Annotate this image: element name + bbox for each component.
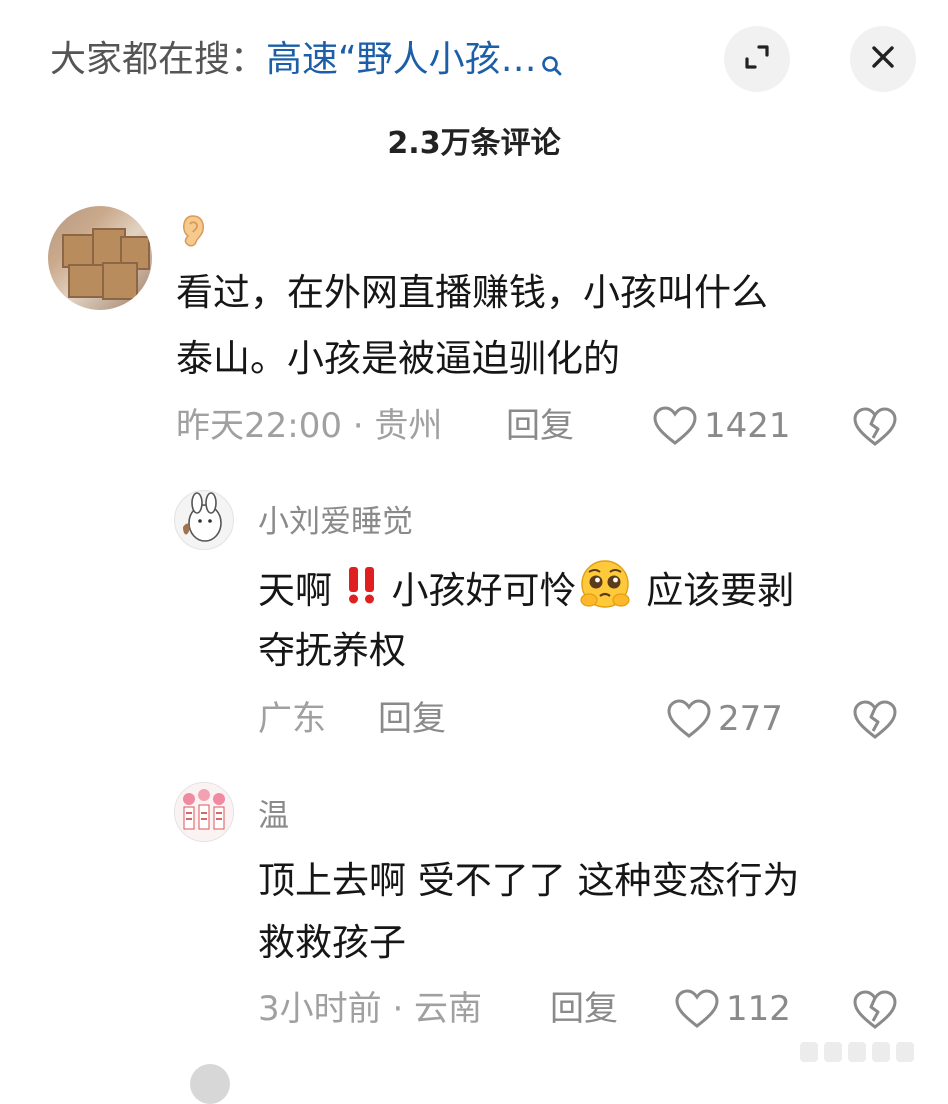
avatar[interactable]: [174, 490, 234, 550]
like-button[interactable]: 112: [674, 981, 791, 1037]
username[interactable]: 温: [258, 794, 289, 838]
close-icon: [869, 43, 897, 75]
trending-search-prefix: 大家都在搜：: [50, 39, 267, 80]
dislike-button[interactable]: [852, 700, 898, 757]
trending-search-hint[interactable]: 大家都在搜：高速“野人小孩…: [50, 34, 563, 92]
like-button[interactable]: 1421: [652, 398, 791, 454]
comment-text-line: 夺抚养权: [258, 629, 406, 672]
ear-emoji: [180, 214, 206, 252]
comment-time-location: 广东: [258, 699, 326, 739]
double-exclamation-emoji: [344, 564, 380, 622]
broken-heart-icon: [853, 700, 897, 739]
expand-button[interactable]: [724, 26, 790, 92]
expand-icon: [742, 42, 772, 76]
avatar[interactable]: [174, 782, 234, 842]
reply-button[interactable]: 回复: [506, 398, 574, 454]
comment-text-line: 救救孩子: [258, 921, 406, 964]
header: 大家都在搜：高速“野人小孩…: [0, 0, 948, 120]
comment-time-location: 3小时前 · 云南: [258, 989, 483, 1029]
comment-text-line: 天啊 小孩好可怜 应该要剥: [258, 558, 794, 627]
like-count: 1421: [704, 406, 791, 446]
comment-time-location: 昨天22:00 · 贵州: [176, 406, 443, 446]
heart-icon: [667, 699, 711, 738]
search-icon[interactable]: [541, 40, 563, 92]
like-count: 112: [726, 989, 791, 1029]
comment-text-part: 小孩好可怜: [379, 569, 577, 612]
trending-search-term[interactable]: 高速“野人小孩…: [266, 39, 537, 80]
broken-heart-icon: [853, 990, 897, 1029]
comment-text-line: 顶上去啊 受不了了 这种变态行为: [258, 859, 800, 902]
comment-meta: 昨天22:00 · 贵州 回复 1421: [0, 398, 948, 454]
dislike-button[interactable]: [852, 407, 898, 464]
pleading-face-emoji: [577, 558, 635, 627]
dislike-button[interactable]: [852, 990, 898, 1047]
comment-text-part: 应该要剥: [634, 569, 795, 612]
reply-button[interactable]: 回复: [378, 691, 446, 747]
reply-button[interactable]: 回复: [550, 981, 618, 1037]
watermark: [800, 1042, 920, 1066]
comment-meta: 3小时前 · 云南 回复 112: [0, 981, 948, 1037]
close-button[interactable]: [850, 26, 916, 92]
like-count: 277: [718, 699, 783, 739]
heart-icon: [653, 406, 697, 445]
comment-text-line: 泰山。小孩是被逼迫驯化的: [176, 337, 620, 380]
comment-text-line: 看过，在外网直播赚钱，小孩叫什么: [176, 271, 768, 314]
comment-text-part: 天啊: [258, 569, 344, 612]
broken-heart-icon: [853, 407, 897, 446]
username[interactable]: 小刘爱睡觉: [258, 500, 413, 544]
next-avatar-partial: [190, 1064, 230, 1104]
avatar[interactable]: [48, 206, 152, 310]
like-button[interactable]: 277: [666, 691, 783, 747]
heart-icon: [675, 989, 719, 1028]
comment-meta: 广东 回复 277: [0, 691, 948, 747]
comment-count: 2.3万条评论: [387, 126, 561, 161]
